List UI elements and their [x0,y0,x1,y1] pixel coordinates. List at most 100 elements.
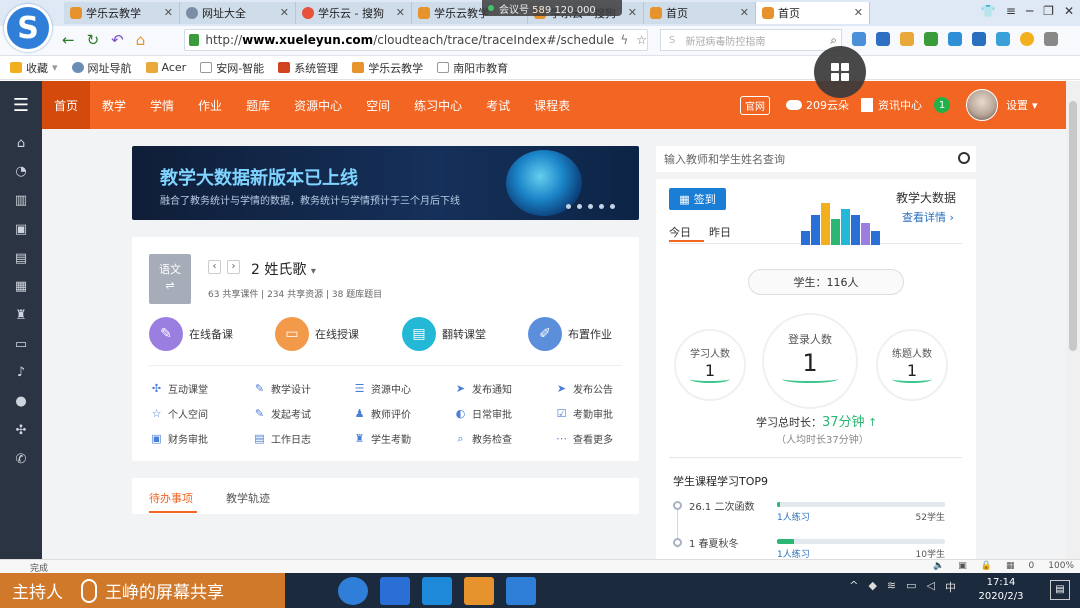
sogou-taskbar-icon[interactable] [338,577,368,605]
menu-icon[interactable]: ≡ [1006,4,1016,18]
book-icon[interactable]: ▥ [13,194,29,208]
key-icon[interactable] [900,32,914,46]
nav-home[interactable]: 首页 [42,81,91,129]
maximize-icon[interactable]: ❐ [1043,4,1054,18]
person-search-input[interactable]: 输入教师和学生姓名查询 [656,146,976,172]
carousel-dot[interactable] [577,204,582,209]
extension-icon[interactable] [996,32,1010,46]
minimize-icon[interactable]: ─ [1026,4,1033,18]
ime-icon[interactable]: 中 [945,579,956,595]
extension-icon[interactable] [948,32,962,46]
tab-todo[interactable]: 待办事项 [149,490,193,506]
grid-item[interactable]: ➤ 发布公告 [556,381,613,396]
close-window-icon[interactable]: ✕ [1064,4,1074,18]
grid-item[interactable]: ☰ 资源中心 [354,381,411,396]
nav-teaching[interactable]: 教学 [90,81,138,129]
download-count[interactable]: 0 [1029,561,1035,571]
grid-item[interactable]: ♟ 教师评价 [354,406,411,421]
shield-icon[interactable]: ▣ [958,561,967,571]
browser-tab-active[interactable]: 首页 ✕ [756,2,870,24]
refresh-icon[interactable]: ↻ [87,31,100,49]
tab-teaching-trace[interactable]: 教学轨迹 [226,490,270,506]
quick-action-prepare[interactable]: ✎ 在线备课 [149,317,233,351]
grid-item[interactable]: ▣ 财务审批 [151,431,208,446]
promo-banner[interactable]: 教学大数据新版本已上线 融合了教务统计与学情的数据，教务统计与学情预计于三个月后… [132,146,639,220]
nav-question-bank[interactable]: 题库 [234,81,282,129]
document-icon[interactable]: ▤ [13,252,29,266]
tv-icon[interactable]: ▣ [13,223,29,237]
grid-item[interactable]: ✣ 互动课堂 [151,381,208,396]
bookmark-item[interactable]: 南阳市教育 [437,60,508,76]
quick-action-flip[interactable]: ▤ 翻转课堂 [402,317,486,351]
grid-item[interactable]: ◐ 日常审批 [455,406,512,421]
avatar[interactable] [966,89,998,121]
nav-schedule[interactable]: 课程表 [522,81,582,129]
bell-icon[interactable]: ♪ [13,366,29,380]
emoji-icon[interactable] [1020,32,1034,46]
building-icon[interactable]: ♜ [13,309,29,323]
search-icon[interactable] [958,152,970,164]
nav-learning[interactable]: 学情 [138,81,186,129]
wps-taskbar-icon[interactable] [380,577,410,605]
nav-space[interactable]: 空间 [354,81,402,129]
close-icon[interactable]: ✕ [854,6,863,19]
next-class-icon[interactable]: › [227,260,240,274]
store-taskbar-icon[interactable] [506,577,536,605]
search-input[interactable]: S 新冠病毒防控指南 ⌕ [660,29,842,51]
briefcase-icon[interactable]: ▦ [13,280,29,294]
home-icon[interactable]: ⌂ [13,137,29,151]
grid-item[interactable]: ☆ 个人空间 [151,406,208,421]
bolt-icon[interactable]: ϟ [620,33,628,47]
game-icon[interactable] [924,32,938,46]
big-data-link[interactable]: 查看详情 › [902,209,954,225]
cloud-points[interactable]: 209云朵 [786,97,849,113]
scrollbar-thumb[interactable] [1069,101,1077,351]
wifi-icon[interactable]: ≋ [887,579,896,595]
close-icon[interactable]: ✕ [740,6,749,19]
grid-item[interactable]: ♜ 学生考勤 [354,431,411,446]
clock[interactable]: 17:14 2020/2/3 [966,576,1036,604]
prev-class-icon[interactable]: ‹ [208,260,221,274]
carousel-dot[interactable] [566,204,571,209]
volume-icon[interactable]: ◁ [927,579,935,595]
grid-item[interactable]: ✎ 发起考试 [254,406,311,421]
browser-tab[interactable]: 学乐云教学✕ [64,2,180,24]
quick-action-teach[interactable]: ▭ 在线授课 [275,317,359,351]
grid-item[interactable]: ⌕ 教务检查 [455,431,512,446]
undo-icon[interactable]: ↶ [111,31,124,49]
zoom-level[interactable]: 100% [1048,561,1074,571]
photos-taskbar-icon[interactable] [422,577,452,605]
battery-icon[interactable]: ▭ [906,579,916,595]
bookmark-item[interactable]: 网址导航 [71,60,132,76]
action-center-icon[interactable]: ▤ [1050,580,1070,600]
browser-tab[interactable]: 网址大全 ✕ [180,2,296,24]
url-input[interactable]: http://www.xueleyun.com/cloudteach/trace… [184,29,648,51]
carousel-dot[interactable] [599,204,604,209]
nav-exam[interactable]: 考试 [474,81,522,129]
nav-practice-center[interactable]: 练习中心 [402,81,474,129]
news-center-link[interactable]: 资讯中心 [861,97,922,113]
sogou-browser-logo[interactable]: S [4,4,52,52]
carousel-dot[interactable] [588,204,593,209]
skin-icon[interactable]: 👕 [981,4,996,18]
top9-row[interactable]: 26.1 二次函数 1人练习 52学生 [673,498,963,538]
quick-action-homework[interactable]: ✐ 布置作业 [528,317,612,351]
grid-item[interactable]: ➤ 发布通知 [455,381,512,396]
card-icon[interactable]: ▭ [13,338,29,352]
browser-tab[interactable]: 学乐云 - 搜狗✕ [296,2,412,24]
star-icon[interactable]: ☆ [636,33,647,47]
page-scrollbar[interactable] [1066,81,1080,559]
extension-icon[interactable] [852,32,866,46]
close-icon[interactable]: ✕ [628,6,637,19]
user-icon[interactable]: ● [13,395,29,409]
close-icon[interactable]: ✕ [164,6,173,19]
bookmark-item[interactable]: Acer [145,61,186,74]
settings-menu[interactable]: 设置 ▾ [1006,97,1038,113]
lock-icon[interactable]: 🔒 [981,561,992,571]
carousel-dot[interactable] [610,204,615,209]
scissors-icon[interactable] [876,32,890,46]
bookmark-item[interactable]: 系统管理 [278,60,338,76]
nav-resource-center[interactable]: 资源中心 [282,81,354,129]
tab-today[interactable]: 今日 [669,224,691,240]
browser-tab[interactable]: 首页 ✕ [644,2,756,24]
